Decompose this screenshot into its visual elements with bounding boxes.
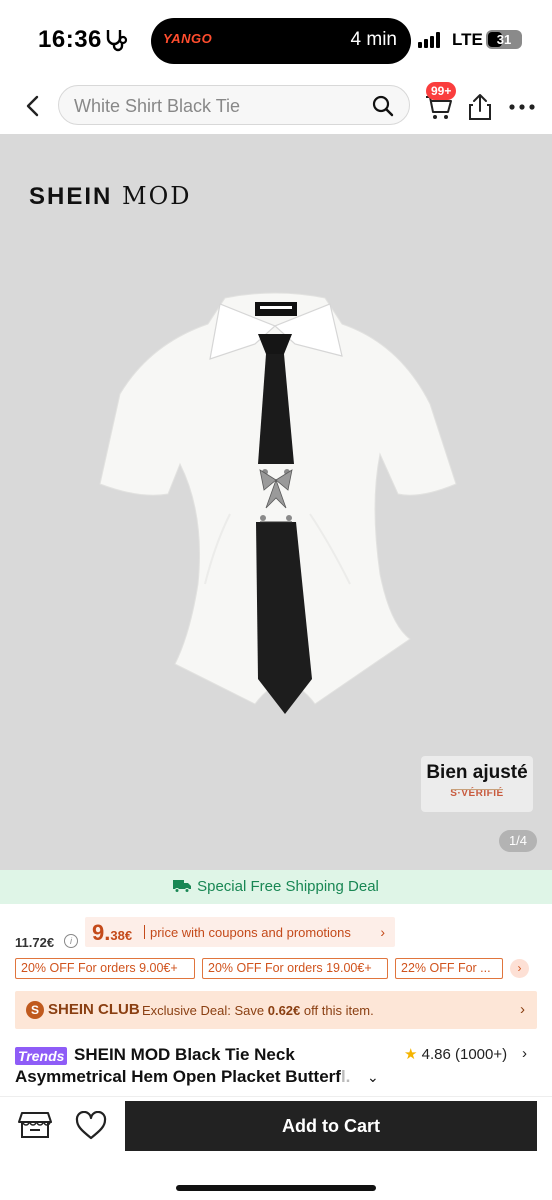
signal-icon — [418, 32, 444, 48]
status-bar: 16:36 YANGO 4 min LTE 31 — [0, 0, 552, 80]
image-page-indicator: 1/4 — [499, 830, 537, 852]
back-icon[interactable] — [20, 92, 46, 120]
chevron-right-icon[interactable]: › — [510, 959, 529, 978]
more-icon[interactable] — [508, 102, 536, 112]
add-to-cart-button[interactable]: Add to Cart — [125, 1101, 537, 1151]
chevron-right-icon: › — [520, 1001, 525, 1018]
chevron-right-icon: › — [380, 924, 385, 940]
price-row: 11.72€ i 9.38€ price with coupons and pr… — [0, 912, 552, 958]
coupon-description: price with coupons and promotions — [150, 925, 351, 940]
nav-bar: White Shirt Black Tie 99+ — [0, 80, 552, 134]
shein-club-banner[interactable]: S SHEIN CLUB Exclusive Deal: Save 0.62€ … — [15, 991, 537, 1029]
search-input[interactable]: White Shirt Black Tie — [58, 85, 410, 125]
product-shirt-illustration — [99, 292, 457, 714]
stethoscope-icon — [106, 30, 128, 52]
shipping-banner[interactable]: Special Free Shipping Deal — [0, 870, 552, 904]
truck-icon — [173, 880, 192, 893]
fit-badge: Bien ajusté S·VÉRIFIÉ — [421, 756, 533, 812]
product-title-area: Trends SHEIN MOD Black Tie Neck Asymmetr… — [15, 1044, 540, 1088]
coupon-price: 9.38€ — [92, 920, 133, 945]
club-logo-icon: S — [26, 1001, 44, 1019]
cart-count-badge: 99+ — [426, 82, 457, 100]
search-text: White Shirt Black Tie — [74, 96, 241, 116]
activity-app-label: YANGO — [163, 31, 213, 46]
dynamic-island[interactable]: YANGO 4 min — [151, 18, 411, 64]
battery-level: 31 — [496, 32, 512, 47]
discount-chip[interactable]: 22% OFF For ... — [395, 958, 503, 979]
info-icon[interactable]: i — [64, 934, 78, 948]
home-indicator[interactable] — [176, 1185, 376, 1191]
brand-prefix: SHEIN — [29, 183, 113, 210]
coupon-price-box[interactable]: 9.38€ price with coupons and promotions … — [85, 917, 395, 947]
coupon-divider — [144, 925, 145, 939]
status-time: 16:36 — [38, 26, 102, 53]
original-price: 11.72€ — [15, 935, 55, 950]
fit-badge-divider — [451, 789, 503, 790]
chevron-down-icon[interactable]: ⌄ — [367, 1069, 379, 1086]
store-icon[interactable] — [18, 1109, 52, 1141]
search-icon[interactable] — [371, 94, 395, 118]
share-icon[interactable] — [467, 92, 493, 122]
discount-chip[interactable]: 20% OFF For orders 9.00€+ — [15, 958, 195, 979]
star-icon: ★ — [404, 1046, 418, 1063]
club-deal-text: Exclusive Deal: Save 0.62€ off this item… — [142, 1003, 374, 1018]
product-image-carousel[interactable]: SHEIN MOD Bien ajusté S·VÉRIFIÉ 1/4 — [0, 134, 552, 870]
shipping-label: Special Free Shipping Deal — [197, 878, 379, 895]
heart-icon[interactable] — [75, 1111, 107, 1141]
activity-eta: 4 min — [350, 29, 397, 50]
rating[interactable]: ★ 4.86 (1000+) — [404, 1045, 507, 1063]
chevron-right-icon: › — [522, 1045, 527, 1062]
bottom-action-bar: Add to Cart — [0, 1096, 552, 1200]
fit-badge-title: Bien ajusté — [426, 762, 528, 783]
brand-logo: SHEIN MOD — [29, 182, 192, 211]
brand-suffix: MOD — [122, 182, 192, 210]
discount-chip[interactable]: 20% OFF For orders 19.00€+ — [202, 958, 388, 979]
club-name: SHEIN CLUB — [48, 1001, 140, 1018]
trends-badge: Trends — [15, 1047, 68, 1065]
battery-icon: 31 — [486, 30, 522, 49]
product-title-line1: SHEIN MOD Black Tie Neck — [74, 1045, 295, 1064]
product-title-line2: Asymmetrical Hem Open Placket Butterfl. — [15, 1067, 351, 1086]
network-label: LTE — [452, 30, 483, 49]
discount-chips: 20% OFF For orders 9.00€+ 20% OFF For or… — [0, 958, 552, 980]
